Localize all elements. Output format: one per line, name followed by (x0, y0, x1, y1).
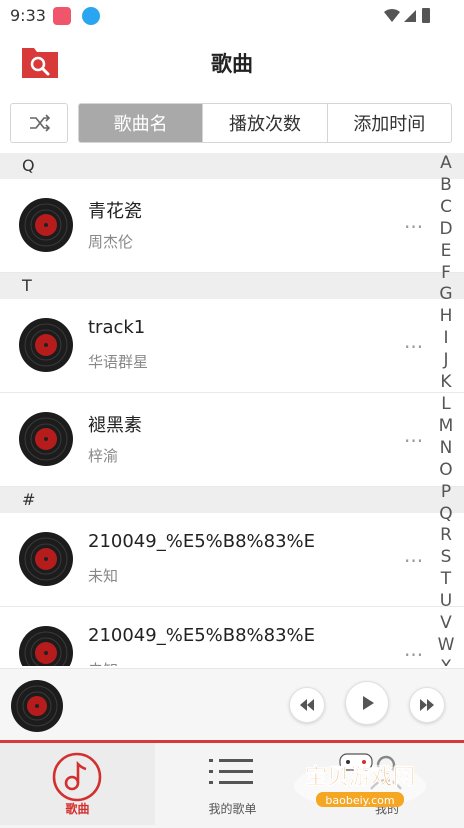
song-title: 青花瓷 (88, 201, 142, 222)
alphabet-index-letter[interactable]: Q (439, 504, 452, 526)
sort-segmented-control: 歌曲名 播放次数 添加时间 (78, 103, 452, 143)
app-notification-icon (53, 7, 71, 25)
player-bar (0, 668, 464, 741)
nav-my-playlists-label: 我的歌单 (208, 802, 257, 816)
song-title: 210049_%E5%B8%83%E (88, 625, 316, 646)
section-header: T (0, 273, 464, 299)
next-button[interactable] (409, 687, 445, 723)
alphabet-index-letter[interactable]: K (440, 372, 451, 394)
status-time: 9:33 (10, 6, 46, 25)
alphabet-index-letter[interactable]: G (439, 284, 452, 306)
alphabet-index-letter[interactable]: P (441, 482, 451, 504)
alphabet-index-letter[interactable]: A (440, 153, 452, 175)
vinyl-disc-icon (18, 317, 74, 377)
alphabet-index-letter[interactable]: X (440, 657, 452, 666)
play-button[interactable] (345, 681, 389, 725)
alphabet-index[interactable]: ABCDEFGHIJKLMNOPQRSTUVWX (435, 153, 457, 666)
alphabet-index-letter[interactable]: C (440, 197, 452, 219)
alphabet-index-letter[interactable]: T (441, 569, 451, 591)
signal-battery-icon (384, 8, 430, 23)
nav-songs-label: 歌曲 (65, 802, 90, 816)
sort-tabbar: 歌曲名 播放次数 添加时间 (10, 103, 452, 143)
rewind-icon (300, 699, 314, 711)
song-artist: 未知 (88, 567, 119, 585)
section-header: Q (0, 153, 464, 179)
alphabet-index-letter[interactable]: E (441, 241, 452, 263)
song-title: 褪黑素 (88, 415, 142, 436)
more-options-icon[interactable]: ··· (404, 643, 423, 666)
song-row[interactable]: 褪黑素梓渝 ··· (0, 393, 464, 487)
previous-button[interactable] (289, 687, 325, 723)
play-icon (363, 696, 374, 710)
tab-add-time[interactable]: 添加时间 (326, 104, 451, 142)
alphabet-index-letter[interactable]: O (439, 460, 452, 482)
song-row[interactable]: 210049_%E5%B8%83%E 未知 ··· (0, 513, 464, 607)
alphabet-index-letter[interactable]: H (440, 306, 453, 328)
alphabet-index-letter[interactable]: U (440, 591, 452, 613)
alphabet-index-letter[interactable]: L (441, 394, 450, 416)
alphabet-index-letter[interactable]: J (443, 350, 448, 372)
download-icon (82, 7, 100, 25)
alphabet-index-letter[interactable]: I (443, 328, 448, 350)
alphabet-index-letter[interactable]: W (438, 635, 455, 657)
now-playing-disc-icon[interactable] (10, 679, 64, 733)
list-icon (209, 759, 253, 784)
shuffle-button[interactable] (10, 103, 68, 143)
song-row[interactable]: 青花瓷周杰伦 ··· (0, 179, 464, 273)
page-title: 歌曲 (211, 52, 253, 76)
vinyl-disc-icon (18, 625, 74, 666)
tab-play-count[interactable]: 播放次数 (202, 104, 326, 142)
more-options-icon[interactable]: ··· (404, 549, 423, 573)
song-artist: 未知 (88, 659, 118, 666)
vinyl-disc-icon (18, 531, 74, 591)
vinyl-disc-icon (18, 411, 74, 471)
alphabet-index-letter[interactable]: V (440, 613, 452, 635)
song-row[interactable]: track1 华语群星 ··· (0, 299, 464, 393)
alphabet-index-letter[interactable]: R (440, 525, 452, 547)
alphabet-index-letter[interactable]: D (439, 219, 452, 241)
tab-song-name[interactable]: 歌曲名 (79, 104, 203, 142)
watermark-logo: 宝贝游戏网 baobeiy.com (294, 753, 426, 808)
alphabet-index-letter[interactable]: N (440, 438, 453, 460)
fast-forward-icon (420, 699, 434, 711)
more-options-icon[interactable]: ··· (404, 429, 423, 453)
song-title: track1 (88, 317, 146, 338)
status-bar: 9:33 (0, 0, 464, 32)
vinyl-disc-icon (18, 197, 74, 257)
watermark-text: 宝贝游戏网 (305, 764, 415, 790)
alphabet-index-letter[interactable]: M (439, 416, 454, 438)
song-artist: 梓渝 (88, 447, 119, 465)
alphabet-index-letter[interactable]: B (440, 175, 452, 197)
song-title: 210049_%E5%B8%83%E (88, 531, 316, 552)
alphabet-index-letter[interactable]: F (441, 263, 451, 285)
watermark-url: baobeiy.com (325, 794, 394, 807)
alphabet-index-letter[interactable]: S (441, 547, 452, 569)
song-list[interactable]: Q 青花瓷周杰伦 ··· Ttrack1 华语群星 ··· 褪黑素梓渝 ··· #210049_… (0, 153, 464, 666)
music-note-icon (52, 752, 102, 802)
more-options-icon[interactable]: ··· (404, 215, 423, 239)
song-row[interactable]: 210049_%E5%B8%83%E 未知 ··· (0, 607, 464, 666)
app-header: 歌曲 (0, 32, 464, 96)
section-header: # (0, 487, 464, 513)
song-artist: 周杰伦 (88, 233, 134, 251)
song-artist: 华语群星 (88, 353, 149, 371)
more-options-icon[interactable]: ··· (404, 335, 423, 359)
nav-my-playlists[interactable]: 我的歌单 (155, 743, 310, 825)
nav-songs[interactable]: 歌曲 (0, 743, 155, 825)
shuffle-icon (30, 114, 51, 132)
